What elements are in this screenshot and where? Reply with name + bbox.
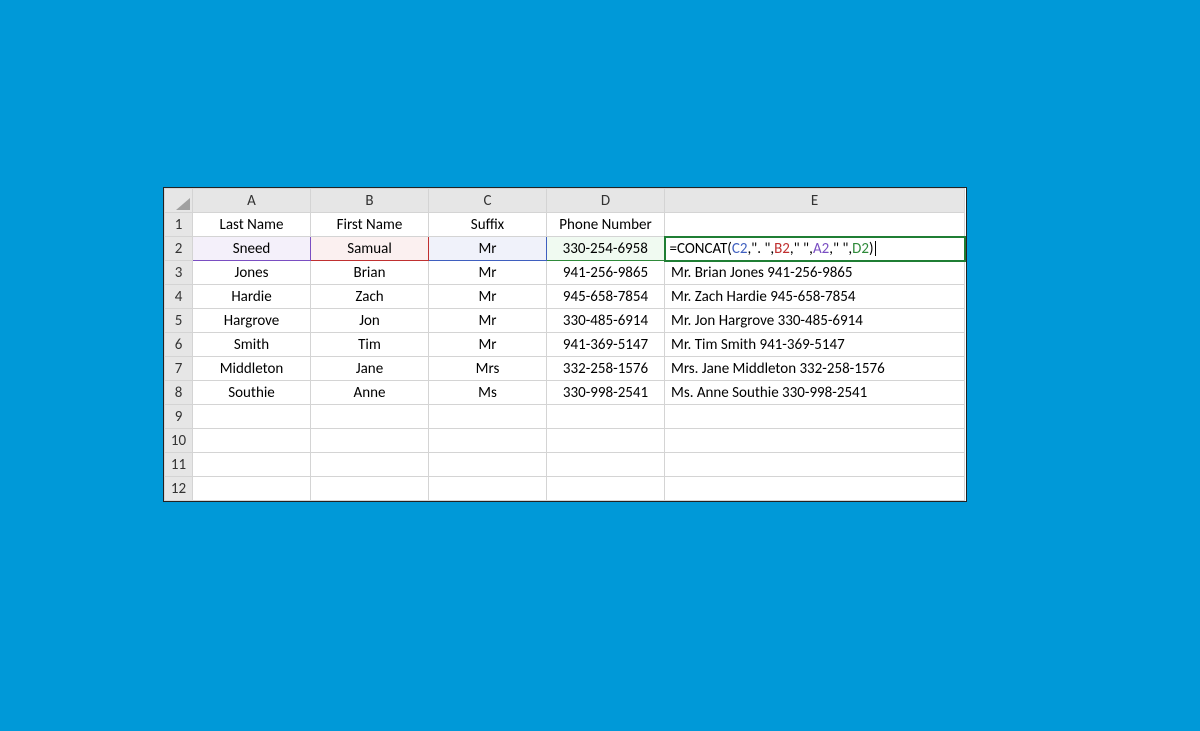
cell-C4[interactable]: Mr: [429, 285, 547, 309]
row-header-12[interactable]: 12: [165, 477, 193, 501]
cell-B5[interactable]: Jon: [311, 309, 429, 333]
cell-C11[interactable]: [429, 453, 547, 477]
cell-A6[interactable]: Smith: [193, 333, 311, 357]
cell-E5[interactable]: Mr. Jon Hargrove 330-485-6914: [665, 309, 965, 333]
grid[interactable]: A B C D E 1 Last Name First Name Suffix …: [164, 188, 966, 501]
cell-D2[interactable]: 330-254-6958: [547, 237, 665, 261]
col-header-E[interactable]: E: [665, 189, 965, 213]
cell-D9[interactable]: [547, 405, 665, 429]
cell-B9[interactable]: [311, 405, 429, 429]
text-cursor: [875, 241, 876, 256]
row-header-7[interactable]: 7: [165, 357, 193, 381]
cell-D11[interactable]: [547, 453, 665, 477]
select-all-corner[interactable]: [165, 189, 193, 213]
cell-A3[interactable]: Jones: [193, 261, 311, 285]
cell-D7[interactable]: 332-258-1576: [547, 357, 665, 381]
cell-C10[interactable]: [429, 429, 547, 453]
cell-A9[interactable]: [193, 405, 311, 429]
col-header-D[interactable]: D: [547, 189, 665, 213]
cell-E10[interactable]: [665, 429, 965, 453]
cell-A1[interactable]: Last Name: [193, 213, 311, 237]
cell-A4[interactable]: Hardie: [193, 285, 311, 309]
cell-D3[interactable]: 941-256-9865: [547, 261, 665, 285]
cell-C5[interactable]: Mr: [429, 309, 547, 333]
row-header-10[interactable]: 10: [165, 429, 193, 453]
cell-D10[interactable]: [547, 429, 665, 453]
cell-E1[interactable]: [665, 213, 965, 237]
row-header-5[interactable]: 5: [165, 309, 193, 333]
row-header-11[interactable]: 11: [165, 453, 193, 477]
row-header-2[interactable]: 2: [165, 237, 193, 261]
cell-B2[interactable]: Samual: [311, 237, 429, 261]
cell-E11[interactable]: [665, 453, 965, 477]
row-header-8[interactable]: 8: [165, 381, 193, 405]
cell-D8[interactable]: 330-998-2541: [547, 381, 665, 405]
cell-B10[interactable]: [311, 429, 429, 453]
row-header-4[interactable]: 4: [165, 285, 193, 309]
cell-E9[interactable]: [665, 405, 965, 429]
cell-B12[interactable]: [311, 477, 429, 501]
row-header-1[interactable]: 1: [165, 213, 193, 237]
cell-D4[interactable]: 945-658-7854: [547, 285, 665, 309]
cell-D12[interactable]: [547, 477, 665, 501]
cell-C1[interactable]: Suffix: [429, 213, 547, 237]
cell-B1[interactable]: First Name: [311, 213, 429, 237]
row-header-6[interactable]: 6: [165, 333, 193, 357]
cell-C2[interactable]: Mr: [429, 237, 547, 261]
cell-B8[interactable]: Anne: [311, 381, 429, 405]
row-header-9[interactable]: 9: [165, 405, 193, 429]
cell-B7[interactable]: Jane: [311, 357, 429, 381]
cell-E2-formula[interactable]: =CONCAT(C2,". ",B2," ",A2," ",D2): [665, 237, 965, 261]
cell-A2[interactable]: Sneed: [193, 237, 311, 261]
cell-A5[interactable]: Hargrove: [193, 309, 311, 333]
cell-C8[interactable]: Ms: [429, 381, 547, 405]
col-header-A[interactable]: A: [193, 189, 311, 213]
cell-A8[interactable]: Southie: [193, 381, 311, 405]
cell-A12[interactable]: [193, 477, 311, 501]
formula-text: =CONCAT(: [670, 240, 732, 258]
cell-E3[interactable]: Mr. Brian Jones 941-256-9865: [665, 261, 965, 285]
cell-D1[interactable]: Phone Number: [547, 213, 665, 237]
cell-A7[interactable]: Middleton: [193, 357, 311, 381]
cell-A11[interactable]: [193, 453, 311, 477]
cell-E12[interactable]: [665, 477, 965, 501]
cell-D6[interactable]: 941-369-5147: [547, 333, 665, 357]
cell-C9[interactable]: [429, 405, 547, 429]
cell-B6[interactable]: Tim: [311, 333, 429, 357]
cell-B4[interactable]: Zach: [311, 285, 429, 309]
col-header-B[interactable]: B: [311, 189, 429, 213]
cell-C7[interactable]: Mrs: [429, 357, 547, 381]
cell-A10[interactable]: [193, 429, 311, 453]
cell-B3[interactable]: Brian: [311, 261, 429, 285]
row-header-3[interactable]: 3: [165, 261, 193, 285]
cell-C12[interactable]: [429, 477, 547, 501]
cell-E6[interactable]: Mr. Tim Smith 941-369-5147: [665, 333, 965, 357]
cell-C6[interactable]: Mr: [429, 333, 547, 357]
cell-B11[interactable]: [311, 453, 429, 477]
spreadsheet[interactable]: A B C D E 1 Last Name First Name Suffix …: [163, 187, 967, 502]
cell-C3[interactable]: Mr: [429, 261, 547, 285]
cell-E7[interactable]: Mrs. Jane Middleton 332-258-1576: [665, 357, 965, 381]
cell-E8[interactable]: Ms. Anne Southie 330-998-2541: [665, 381, 965, 405]
col-header-C[interactable]: C: [429, 189, 547, 213]
cell-E4[interactable]: Mr. Zach Hardie 945-658-7854: [665, 285, 965, 309]
cell-D5[interactable]: 330-485-6914: [547, 309, 665, 333]
